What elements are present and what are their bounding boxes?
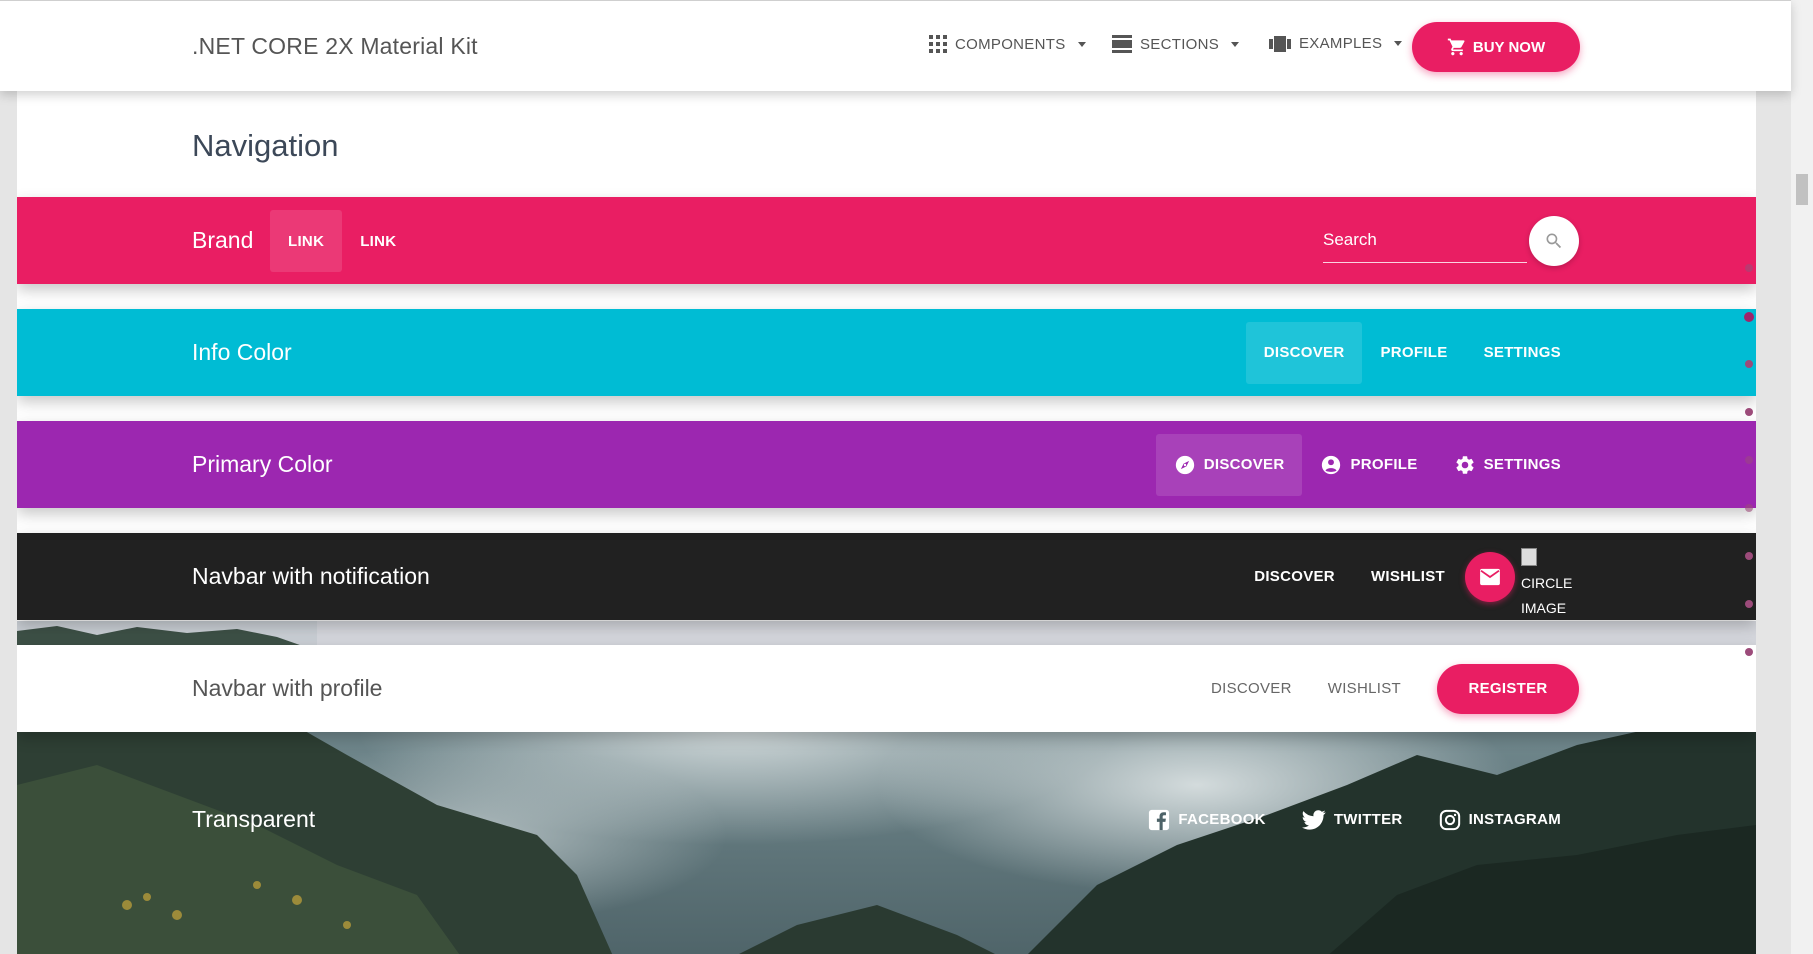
caret-down-icon [1231,41,1240,47]
profile-wishlist-link[interactable]: WISHLIST [1310,658,1419,720]
dot [1745,456,1753,464]
primary-navbar-brand[interactable]: Primary Color [192,421,333,508]
main-card: Navigation Brand LINK LINK Search Info C… [17,90,1756,954]
components-menu[interactable]: COMPONENTS [929,35,1086,53]
instagram-link[interactable]: INSTAGRAM [1421,789,1579,851]
primary-profile-label: PROFILE [1350,456,1418,473]
broken-image-icon [1521,547,1537,566]
sections-label: SECTIONS [1140,35,1220,53]
search-icon [1546,233,1562,248]
shopping-cart-icon [1447,38,1465,56]
primary-settings-link[interactable]: SETTINGS [1436,434,1579,496]
email-icon [1480,568,1500,585]
instagram-label: INSTAGRAM [1468,811,1561,828]
scrollbar-thumb[interactable] [1796,174,1808,205]
primary-discover-link[interactable]: DISCOVER [1155,433,1303,496]
caret-down-icon [1077,41,1086,47]
dot [1745,360,1753,368]
sections-menu[interactable]: SECTIONS [1112,35,1240,53]
search-input[interactable] [1323,218,1527,263]
transparent-navbar: Transparent FACEBOOK TWITTER INSTAGRAM [17,776,1756,863]
notification-navbar: Navbar with notification DISCOVER WISHLI… [17,533,1756,620]
page-scrollbar[interactable] [1791,0,1813,954]
info-navbar-brand[interactable]: Info Color [192,309,292,396]
examples-menu[interactable]: EXAMPLES [1269,35,1403,52]
buy-now-button[interactable]: BUY NOW [1412,22,1580,72]
avatar-alt-text: CIRCLE IMAGE [1521,574,1573,616]
notification-wishlist-link[interactable]: WISHLIST [1353,546,1463,608]
gear-icon [1456,455,1474,474]
section-title: Navigation [192,128,339,163]
site-brand[interactable]: .NET CORE 2X Material Kit [192,33,478,60]
email-notification-button[interactable] [1465,551,1515,602]
primary-profile-link[interactable]: PROFILE [1302,434,1435,496]
info-settings-link[interactable]: SETTINGS [1466,322,1579,384]
examples-label: EXAMPLES [1299,35,1383,52]
dot [1745,264,1753,272]
top-navbar: .NET CORE 2X Material Kit COMPONENTS SEC… [0,0,1791,91]
caret-down-icon [1394,41,1403,46]
profile-navbar: Navbar with profile DISCOVER WISHLIST RE… [17,645,1756,732]
account-circle-icon [1322,455,1341,474]
twitter-icon [1301,809,1326,830]
rose-navbar-link-2[interactable]: LINK [342,210,414,272]
twitter-link[interactable]: TWITTER [1284,789,1421,851]
primary-discover-label: DISCOVER [1203,456,1285,473]
twitter-label: TWITTER [1333,811,1403,828]
buy-now-label: BUY NOW [1472,38,1546,56]
dot [1745,600,1753,608]
dot [1745,408,1753,416]
instagram-icon [1439,809,1460,830]
dot [1745,552,1753,560]
explore-icon [1175,455,1194,474]
profile-navbar-brand[interactable]: Navbar with profile [192,645,382,732]
dot [1745,648,1753,656]
search-form [1323,215,1579,266]
info-profile-link[interactable]: PROFILE [1362,322,1465,384]
info-navbar: Info Color DISCOVER PROFILE SETTINGS [17,309,1756,396]
dot [1744,312,1754,322]
register-button[interactable]: REGISTER [1437,663,1579,714]
info-discover-link[interactable]: DISCOVER [1245,321,1363,384]
circle-avatar-image[interactable]: CIRCLE IMAGE [1521,546,1579,616]
grid-icon [929,35,947,53]
search-button[interactable] [1529,215,1579,266]
primary-navbar: Primary Color DISCOVER PROFILE SETTINGS [17,421,1756,508]
profile-discover-link[interactable]: DISCOVER [1193,658,1310,720]
facebook-link[interactable]: FACEBOOK [1130,789,1283,851]
rose-navbar-link-1[interactable]: LINK [270,210,343,272]
facebook-label: FACEBOOK [1178,811,1266,828]
rose-navbar-brand[interactable]: Brand [192,197,253,284]
notification-navbar-brand[interactable]: Navbar with notification [192,533,430,620]
rose-navbar: Brand LINK LINK [17,197,1756,284]
notification-discover-link[interactable]: DISCOVER [1236,546,1353,608]
view-carousel-icon [1269,35,1291,52]
facebook-icon [1149,809,1170,830]
transparent-navbar-brand[interactable]: Transparent [192,776,315,863]
view-day-icon [1112,35,1132,53]
components-label: COMPONENTS [955,35,1066,53]
primary-settings-label: SETTINGS [1483,456,1561,473]
dot [1745,504,1753,512]
